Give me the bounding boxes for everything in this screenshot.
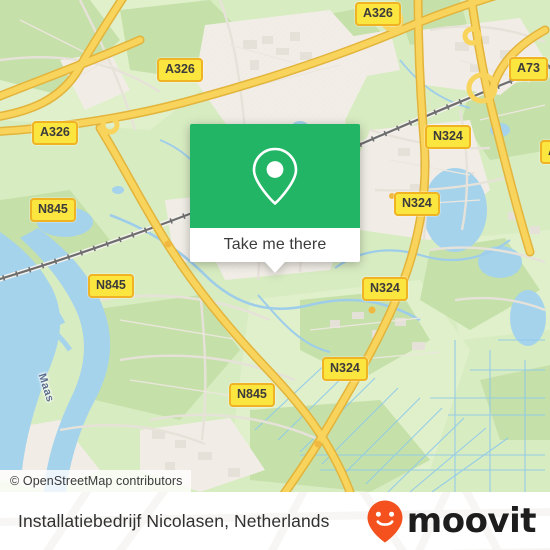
road-shield: N324: [322, 357, 368, 381]
road-shield: N845: [88, 274, 134, 298]
moovit-wordmark: moovit: [406, 501, 537, 541]
map-canvas[interactable]: A326 A326 A73 A326 N324 A N845 N324 N845…: [0, 0, 550, 492]
callout-tail: [265, 262, 285, 273]
moovit-smiley-pin-icon: [367, 500, 403, 543]
place-name: Installatiebedrijf Nicolasen, Netherland…: [18, 510, 330, 531]
page-footer: Installatiebedrijf Nicolasen, Netherland…: [0, 492, 550, 550]
map-attribution: © OpenStreetMap contributors: [0, 470, 191, 492]
location-callout-card[interactable]: Take me there: [190, 124, 360, 273]
attribution-text: © OpenStreetMap contributors: [10, 474, 183, 488]
take-me-there-button[interactable]: Take me there: [190, 228, 360, 273]
moovit-logo[interactable]: moovit: [365, 499, 537, 543]
card-header: [190, 124, 360, 228]
road-shield: A73: [509, 57, 548, 81]
road-shield: A326: [32, 121, 78, 145]
road-shield: A326: [355, 2, 401, 26]
take-me-there-label: Take me there: [223, 236, 327, 253]
road-shield: N324: [394, 192, 440, 216]
road-shield: N845: [30, 198, 76, 222]
road-shield: N324: [425, 125, 471, 149]
road-shield: N845: [229, 383, 275, 407]
moovit-map-page: A326 A326 A73 A326 N324 A N845 N324 N845…: [0, 0, 550, 550]
map-pin-icon: [252, 147, 298, 205]
road-shield: A: [540, 140, 550, 164]
road-shield: N324: [362, 277, 408, 301]
road-shield: A326: [157, 58, 203, 82]
